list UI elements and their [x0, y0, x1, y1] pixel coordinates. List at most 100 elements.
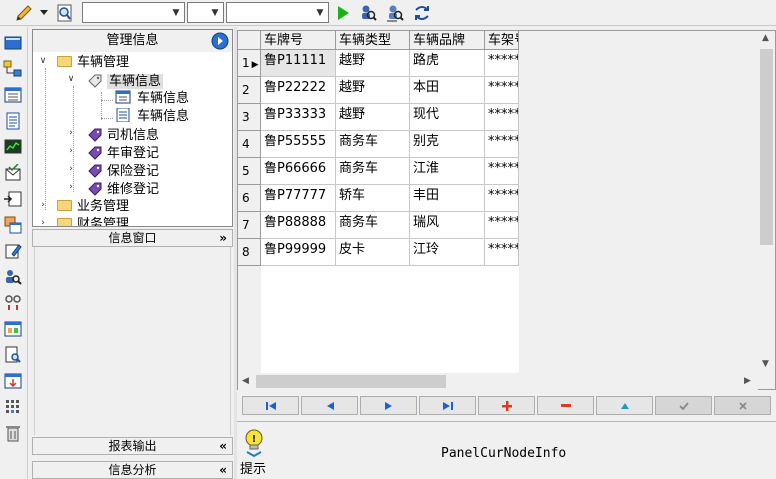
- find-page-icon[interactable]: [55, 3, 75, 23]
- table-cell[interactable]: *****: [485, 185, 519, 212]
- table-cell[interactable]: 本田: [410, 77, 485, 104]
- tree-collapse-icon[interactable]: ∨: [38, 56, 48, 66]
- table-cell[interactable]: *****: [485, 212, 519, 239]
- column-header-frame[interactable]: 车架号: [485, 31, 519, 50]
- network-icon[interactable]: [3, 59, 23, 79]
- cancel-record-button[interactable]: [714, 396, 771, 415]
- column-header-brand[interactable]: 车辆品牌: [410, 31, 485, 50]
- chevron-down-icon[interactable]: ▼: [312, 3, 328, 22]
- row-header[interactable]: 3: [238, 104, 261, 131]
- row-header[interactable]: 6: [238, 185, 261, 212]
- prior-record-button[interactable]: [301, 396, 358, 415]
- next-record-button[interactable]: [360, 396, 417, 415]
- table-cell[interactable]: 别克: [410, 131, 485, 158]
- scroll-left-icon[interactable]: ◀: [242, 376, 249, 386]
- tree-collapse-icon[interactable]: ∨: [66, 74, 76, 84]
- vertical-scrollbar[interactable]: ▲ ▼: [758, 31, 775, 373]
- table-cell[interactable]: 江玲: [410, 239, 485, 266]
- delete-record-button[interactable]: [537, 396, 594, 415]
- tree-node-annual-check[interactable]: 年审登记: [87, 144, 159, 162]
- scroll-right-icon[interactable]: ▶: [744, 376, 751, 386]
- table-cell[interactable]: 鲁P33333: [261, 104, 336, 131]
- table-cell[interactable]: *****: [485, 131, 519, 158]
- grid-dots-icon[interactable]: [3, 397, 23, 417]
- toolbar-combo-3[interactable]: ▼: [226, 2, 329, 23]
- table-cell[interactable]: 鲁P99999: [261, 239, 336, 266]
- row-header[interactable]: 8: [238, 239, 261, 266]
- table-cell[interactable]: 越野: [336, 77, 410, 104]
- edit-form-icon[interactable]: [3, 241, 23, 261]
- table-cell[interactable]: 鲁P88888: [261, 212, 336, 239]
- table-cell[interactable]: *****: [485, 239, 519, 266]
- table-cell[interactable]: 商务车: [336, 212, 410, 239]
- table-cell[interactable]: *****: [485, 104, 519, 131]
- table-cell[interactable]: 瑞风: [410, 212, 485, 239]
- tree-node-business-mgmt[interactable]: 业务管理: [57, 198, 129, 216]
- edit-record-button[interactable]: [596, 396, 653, 415]
- table-cell[interactable]: 江淮: [410, 158, 485, 185]
- link-nodes-icon[interactable]: [3, 293, 23, 313]
- table-cell[interactable]: *****: [485, 50, 519, 77]
- toolbar-combo-2[interactable]: ▼: [187, 2, 224, 23]
- table-cell[interactable]: 越野: [336, 50, 410, 77]
- chevron-double-down-icon[interactable]: »: [219, 230, 227, 246]
- table-cell[interactable]: 商务车: [336, 158, 410, 185]
- table-cell[interactable]: 皮卡: [336, 239, 410, 266]
- info-window-header[interactable]: 信息窗口 »: [32, 229, 233, 247]
- dropdown-caret-icon[interactable]: [38, 3, 50, 23]
- last-record-button[interactable]: [419, 396, 476, 415]
- row-header[interactable]: 5: [238, 158, 261, 185]
- envelope-check-icon[interactable]: [3, 163, 23, 183]
- column-header-type[interactable]: 车辆类型: [336, 31, 410, 50]
- report-output-header[interactable]: 报表输出 «: [32, 437, 233, 455]
- chevron-down-icon[interactable]: ▼: [168, 3, 184, 22]
- row-header[interactable]: 4: [238, 131, 261, 158]
- user-search-icon[interactable]: [3, 267, 23, 287]
- trash-icon[interactable]: [3, 423, 23, 443]
- tree-expand-icon[interactable]: ›: [66, 164, 76, 174]
- scroll-up-icon[interactable]: ▲: [762, 33, 769, 43]
- tree-expand-icon[interactable]: ›: [38, 200, 48, 210]
- chevron-down-icon[interactable]: ▼: [207, 3, 223, 22]
- scroll-down-icon[interactable]: ▼: [762, 359, 769, 369]
- toolbar-combo-1[interactable]: ▼: [82, 2, 185, 23]
- horizontal-scroll-thumb[interactable]: [256, 375, 446, 388]
- tree-node-vehicle-info-sub2[interactable]: 车辆信息: [115, 107, 189, 126]
- search-user-alt-icon[interactable]: [385, 3, 405, 23]
- tree-node-vehicle-info[interactable]: 车辆信息: [87, 72, 164, 90]
- chart-monitor-icon[interactable]: [3, 137, 23, 157]
- table-cell[interactable]: 现代: [410, 104, 485, 131]
- chevron-double-left-icon[interactable]: «: [219, 462, 227, 478]
- table-cell[interactable]: 鲁P77777: [261, 185, 336, 212]
- table-cell[interactable]: 鲁P55555: [261, 131, 336, 158]
- tree-expand-icon[interactable]: ›: [66, 146, 76, 156]
- tree-expand-icon[interactable]: ›: [38, 218, 48, 226]
- info-analysis-header[interactable]: 信息分析 «: [32, 461, 233, 479]
- table-cell[interactable]: 丰田: [410, 185, 485, 212]
- list-window-icon[interactable]: [3, 85, 23, 105]
- tree-node-finance-mgmt[interactable]: 财务管理: [57, 216, 129, 226]
- export-icon[interactable]: [3, 189, 23, 209]
- import-window-icon[interactable]: [3, 371, 23, 391]
- vertical-scroll-thumb[interactable]: [760, 49, 773, 245]
- tree-node-repair[interactable]: 维修登记: [87, 180, 159, 198]
- first-record-button[interactable]: [242, 396, 299, 415]
- column-header-plate[interactable]: 车牌号: [261, 31, 336, 50]
- table-cell[interactable]: 路虎: [410, 50, 485, 77]
- table-cell[interactable]: *****: [485, 77, 519, 104]
- table-cell[interactable]: 越野: [336, 104, 410, 131]
- table-cell[interactable]: 鲁P11111: [261, 50, 336, 77]
- document-icon[interactable]: [3, 111, 23, 131]
- chevron-double-left-icon[interactable]: «: [219, 438, 227, 454]
- refresh-link-icon[interactable]: [412, 3, 432, 23]
- row-header[interactable]: 2: [238, 77, 261, 104]
- window-icon[interactable]: [3, 33, 23, 53]
- info-button[interactable]: [210, 32, 230, 50]
- table-cell[interactable]: 鲁P66666: [261, 158, 336, 185]
- table-cell[interactable]: *****: [485, 158, 519, 185]
- table-cell[interactable]: 鲁P22222: [261, 77, 336, 104]
- horizontal-scrollbar[interactable]: ◀ ▶: [238, 373, 758, 390]
- tree-expand-icon[interactable]: ›: [66, 128, 76, 138]
- run-icon[interactable]: [333, 3, 353, 23]
- windows-stack-icon[interactable]: [3, 215, 23, 235]
